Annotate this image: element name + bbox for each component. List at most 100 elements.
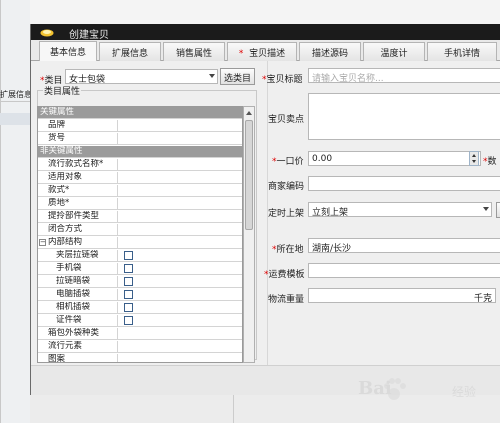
item-title-label: *宝贝标题 bbox=[262, 75, 303, 85]
attribute-name: 适用对象 bbox=[38, 172, 118, 184]
attribute-row[interactable]: 箱包外袋种类 bbox=[38, 328, 242, 340]
attribute-row[interactable]: 手机袋 bbox=[38, 263, 242, 275]
dialog-titlebar[interactable]: 创建宝贝 bbox=[31, 24, 500, 41]
attribute-row[interactable]: 相机插袋 bbox=[38, 302, 242, 314]
attribute-checkbox[interactable] bbox=[124, 303, 133, 312]
scroll-up-icon[interactable] bbox=[246, 111, 252, 115]
collapse-icon[interactable]: − bbox=[39, 239, 46, 246]
create-item-dialog: 创建宝贝 基本信息 扩展信息 销售属性 * 宝贝描述 描述源码 温度计 手机详情… bbox=[30, 24, 500, 395]
category-attributes-label: 类目属性 bbox=[43, 84, 82, 97]
chevron-down-icon bbox=[483, 207, 489, 211]
attribute-name: 闭合方式 bbox=[38, 224, 118, 236]
attribute-name: 款式* bbox=[38, 185, 118, 197]
attribute-row[interactable]: 拉链暗袋 bbox=[38, 276, 242, 288]
watermark-subtext: 经验 bbox=[452, 385, 477, 399]
tab-extended-info[interactable]: 扩展信息 bbox=[99, 42, 161, 61]
selling-point-textarea[interactable] bbox=[308, 93, 500, 140]
shipping-template-label: *运费模板 bbox=[264, 270, 305, 280]
price-spinner[interactable] bbox=[469, 151, 479, 166]
attribute-row[interactable]: 款式* bbox=[38, 185, 242, 197]
watermark: Bai 经验 bbox=[358, 370, 500, 420]
tab-item-description[interactable]: * 宝贝描述 bbox=[227, 42, 297, 61]
attribute-row[interactable]: 流行款式名称* bbox=[38, 159, 242, 171]
attribute-name: 内部结构 bbox=[38, 237, 118, 249]
logistics-weight-label: 物流重量 bbox=[268, 295, 305, 305]
attribute-name: 电脑插袋 bbox=[38, 289, 118, 301]
selling-point-label: 宝贝卖点 bbox=[268, 115, 305, 125]
merchant-code-input[interactable] bbox=[308, 176, 500, 191]
attribute-row[interactable]: 夹层拉链袋 bbox=[38, 250, 242, 262]
select-category-button[interactable]: 选类目 bbox=[220, 68, 255, 85]
background-divider bbox=[0, 0, 1, 423]
attribute-name: 箱包外袋种类 bbox=[38, 328, 118, 340]
attribute-row[interactable]: 品牌 bbox=[38, 120, 242, 132]
background-tab-label: 扩展信息 bbox=[0, 90, 30, 99]
scroll-thumb[interactable] bbox=[245, 120, 253, 230]
spin-down-icon[interactable] bbox=[472, 160, 476, 163]
attribute-row[interactable]: 图案 bbox=[38, 354, 242, 362]
attribute-name: 手机袋 bbox=[38, 263, 118, 275]
background-panel: 扩展信息 bbox=[0, 0, 30, 423]
shipping-template-select[interactable] bbox=[308, 263, 500, 278]
attribute-name: 流行元素 bbox=[38, 341, 118, 353]
weight-unit-label: 千克 bbox=[473, 294, 492, 303]
attribute-row[interactable]: 电脑插袋 bbox=[38, 289, 242, 301]
background-row bbox=[0, 113, 30, 125]
merchant-code-label: 商家编码 bbox=[268, 182, 305, 192]
watermark-text: Bai bbox=[358, 378, 392, 399]
attribute-grid[interactable]: 关键属性品牌 货号 非关键属性流行款式名称* 适用对象 款式* 质地* 提拎部件类型 闭合方式… bbox=[37, 106, 243, 363]
attribute-name: 货号 bbox=[38, 133, 118, 145]
tab-thermometer[interactable]: 温度计 bbox=[363, 42, 425, 61]
logistics-weight-input[interactable]: 千克 bbox=[308, 288, 496, 303]
item-title-input[interactable]: 请输入宝贝名称... bbox=[308, 68, 500, 83]
background-column-divider bbox=[233, 395, 234, 423]
listing-time-picker-button[interactable] bbox=[496, 202, 500, 218]
tab-bar: 基本信息 扩展信息 销售属性 * 宝贝描述 描述源码 温度计 手机详情 bbox=[31, 40, 500, 61]
attribute-checkbox[interactable] bbox=[124, 251, 133, 260]
attribute-name: 品牌 bbox=[38, 120, 118, 132]
attribute-checkbox[interactable] bbox=[124, 264, 133, 273]
attribute-row[interactable]: 证件袋 bbox=[38, 315, 242, 327]
attribute-name: 流行款式名称* bbox=[38, 159, 118, 171]
listing-time-select[interactable]: 立刻上架 bbox=[308, 202, 492, 217]
attribute-row[interactable]: 内部结构 − bbox=[38, 237, 242, 249]
attribute-name: 提拎部件类型 bbox=[38, 211, 118, 223]
attribute-row[interactable]: 货号 bbox=[38, 133, 242, 145]
app-logo-icon bbox=[40, 29, 54, 37]
attribute-grid-scrollbar[interactable] bbox=[243, 106, 255, 363]
listing-time-label: 定时上架 bbox=[268, 209, 305, 219]
attribute-section-header: 非关键属性 bbox=[38, 146, 242, 158]
attribute-checkbox[interactable] bbox=[124, 290, 133, 299]
tab-mobile-details[interactable]: 手机详情 bbox=[427, 42, 497, 61]
quantity-label: *数 bbox=[483, 157, 497, 167]
price-label: *一口价 bbox=[272, 157, 304, 167]
attribute-name: 拉链暗袋 bbox=[38, 276, 118, 288]
attribute-name: 相机插袋 bbox=[38, 302, 118, 314]
attribute-name: 非关键属性 bbox=[40, 146, 83, 156]
price-input[interactable]: 0.00 bbox=[308, 151, 481, 166]
category-select[interactable]: 女士包袋 bbox=[65, 69, 218, 84]
attribute-row[interactable]: 适用对象 bbox=[38, 172, 242, 184]
attribute-section-header: 关键属性 bbox=[38, 107, 242, 119]
attribute-name: 证件袋 bbox=[38, 315, 118, 327]
attribute-checkbox[interactable] bbox=[124, 316, 133, 325]
attribute-name: 质地* bbox=[38, 198, 118, 210]
attribute-name: 图案 bbox=[38, 354, 118, 362]
attribute-name: 关键属性 bbox=[40, 107, 75, 117]
attribute-row[interactable]: 闭合方式 bbox=[38, 224, 242, 236]
attribute-row[interactable]: 提拎部件类型 bbox=[38, 211, 242, 223]
attribute-checkbox[interactable] bbox=[124, 277, 133, 286]
dialog-title: 创建宝贝 bbox=[69, 30, 109, 41]
tab-basic-info[interactable]: 基本信息 bbox=[39, 41, 97, 61]
location-label: *所在地 bbox=[272, 245, 304, 255]
tab-sales-attributes[interactable]: 销售属性 bbox=[163, 42, 225, 61]
location-input[interactable]: 湖南/长沙 bbox=[308, 238, 500, 253]
chevron-down-icon bbox=[209, 74, 215, 78]
tab-description-source[interactable]: 描述源码 bbox=[299, 42, 361, 61]
attribute-name: 夹层拉链袋 bbox=[38, 250, 118, 262]
background-divider-line bbox=[0, 101, 30, 102]
required-mark: * bbox=[238, 49, 244, 59]
attribute-row[interactable]: 质地* bbox=[38, 198, 242, 210]
attribute-row[interactable]: 流行元素 bbox=[38, 341, 242, 353]
spin-up-icon[interactable] bbox=[472, 154, 476, 157]
